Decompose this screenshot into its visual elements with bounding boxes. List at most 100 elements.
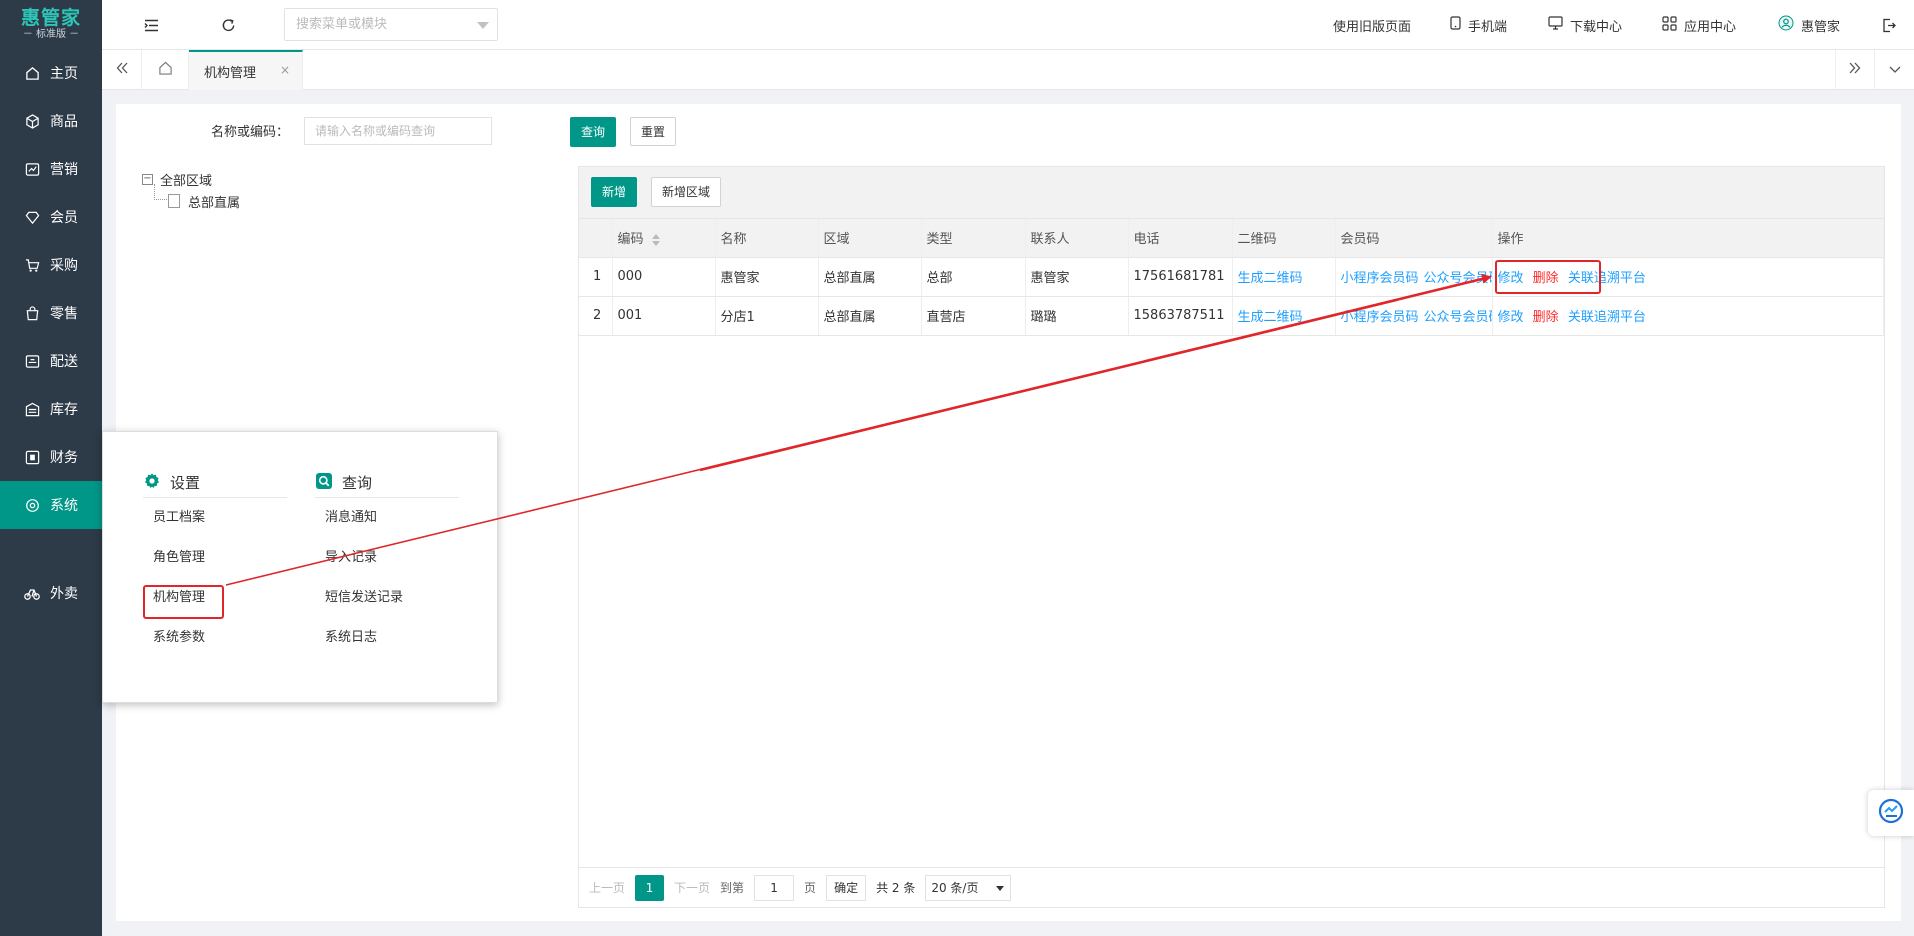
sidebar-item-purchase[interactable]: 采购 xyxy=(0,241,102,289)
settings-group-header: 设置 xyxy=(143,472,287,498)
cell-qrcode: 生成二维码 xyxy=(1232,296,1336,336)
sidebar-item-label: 系统 xyxy=(50,498,78,514)
edit-link[interactable]: 修改 xyxy=(1498,310,1524,325)
col-header-label: 编码 xyxy=(617,232,644,248)
generate-qrcode-link[interactable]: 生成二维码 xyxy=(1238,271,1303,286)
prev-page-button[interactable]: 上一页 xyxy=(589,879,625,896)
mobile-link[interactable]: 手机端 xyxy=(1450,0,1507,50)
user-menu[interactable]: 惠管家 xyxy=(1778,0,1840,50)
finance-icon xyxy=(24,449,40,465)
reset-button[interactable]: 重置 xyxy=(630,117,677,146)
sidebar-item-goods[interactable]: 商品 xyxy=(0,97,102,145)
logo[interactable]: 惠管家 － 标准版 － xyxy=(0,0,102,49)
menu-item-import-log[interactable]: 导入记录 xyxy=(315,538,459,578)
add-button[interactable]: 新增 xyxy=(591,177,638,207)
refresh-icon[interactable] xyxy=(219,16,237,34)
phone-icon xyxy=(1450,16,1461,34)
sidebar-item-label: 主页 xyxy=(50,66,78,82)
close-icon[interactable]: × xyxy=(280,63,290,77)
cart-icon xyxy=(24,257,40,273)
app-center-link[interactable]: 应用中心 xyxy=(1662,0,1736,50)
miniprogram-member-code-link[interactable]: 小程序会员码 xyxy=(1341,310,1419,325)
sidebar-item-label: 采购 xyxy=(50,258,78,274)
cell-index: 1 xyxy=(579,257,613,297)
name-code-search-input[interactable]: 请输入名称或编码查询 xyxy=(304,117,492,145)
sidebar-item-retail[interactable]: 零售 xyxy=(0,289,102,337)
menu-item-system-log[interactable]: 系统日志 xyxy=(315,618,459,658)
tabs-scroll-left-button[interactable] xyxy=(102,50,142,90)
tab-home[interactable] xyxy=(142,50,189,90)
double-chevron-left-icon xyxy=(116,62,128,78)
sidebar-item-member[interactable]: 会员 xyxy=(0,193,102,241)
menu-search-select[interactable]: 搜索菜单或模块 xyxy=(284,8,498,41)
sidebar-item-finance[interactable]: 财务 xyxy=(0,433,102,481)
sidebar-item-label: 库存 xyxy=(50,402,78,418)
collapse-icon[interactable]: − xyxy=(142,173,153,185)
menu-item-sms-log[interactable]: 短信发送记录 xyxy=(315,578,459,618)
page-size-select[interactable]: 20 条/页 xyxy=(925,874,1012,901)
sidebar-item-delivery[interactable]: 配送 xyxy=(0,337,102,385)
tab-org-management[interactable]: 机构管理 × xyxy=(189,50,303,90)
cell-region: 总部直属 xyxy=(818,296,922,336)
tabs-dropdown-button[interactable] xyxy=(1875,50,1914,90)
tree-node-label: 总部直属 xyxy=(188,195,241,211)
official-account-member-code-link[interactable]: 公众号会员码 xyxy=(1424,271,1491,286)
cell-member-code: 小程序会员码公众号会员码 xyxy=(1335,296,1493,336)
cell-region: 总部直属 xyxy=(818,257,922,297)
cell-name: 分店1 xyxy=(715,296,819,336)
chart-icon xyxy=(24,161,40,177)
cell-phone: 17561681781 xyxy=(1128,257,1233,297)
logo-edition: － 标准版 － xyxy=(22,28,80,40)
sidebar-item-system[interactable]: 系统 xyxy=(0,481,102,529)
col-header-qrcode: 二维码 xyxy=(1232,219,1336,258)
tabs-scroll-right-button[interactable] xyxy=(1835,50,1875,90)
sidebar-item-home[interactable]: 主页 xyxy=(0,49,102,97)
highlight-miniprogram-code xyxy=(1495,260,1601,294)
logout-icon[interactable] xyxy=(1880,16,1898,34)
menu-item-staff[interactable]: 员工档案 xyxy=(143,498,287,538)
sidebar-item-takeout[interactable]: 外卖 xyxy=(0,569,102,617)
document-icon xyxy=(168,194,180,208)
col-header-name: 名称 xyxy=(715,219,819,258)
magnifier-icon xyxy=(315,472,333,494)
goto-label: 到第 xyxy=(720,881,745,895)
search-placeholder: 请输入名称或编码查询 xyxy=(315,124,436,138)
col-header-phone: 电话 xyxy=(1128,219,1233,258)
menu-item-messages[interactable]: 消息通知 xyxy=(315,498,459,538)
query-button[interactable]: 查询 xyxy=(570,117,617,147)
cell-name: 惠管家 xyxy=(715,257,819,297)
tab-label: 机构管理 xyxy=(204,65,257,81)
official-account-member-code-link[interactable]: 公众号会员码 xyxy=(1424,310,1491,325)
miniprogram-member-code-link[interactable]: 小程序会员码 xyxy=(1341,271,1419,286)
sidebar-item-label: 营销 xyxy=(50,162,78,178)
bike-icon xyxy=(24,585,40,601)
sidebar-item-marketing[interactable]: 营销 xyxy=(0,145,102,193)
apps-grid-icon xyxy=(1662,15,1677,35)
old-page-link[interactable]: 使用旧版页面 xyxy=(1333,0,1411,50)
cube-icon xyxy=(24,113,40,129)
col-header-code[interactable]: 编码 xyxy=(612,219,716,258)
menu-collapse-icon[interactable] xyxy=(142,16,160,34)
link-trace-platform-link[interactable]: 关联追溯平台 xyxy=(1568,310,1646,325)
delete-link[interactable]: 删除 xyxy=(1533,310,1559,325)
generate-qrcode-link[interactable]: 生成二维码 xyxy=(1238,310,1303,325)
gear-icon xyxy=(143,472,161,494)
query-group-title: 查询 xyxy=(342,474,373,492)
tree-node-hq[interactable]: 总部直属 xyxy=(154,184,241,212)
sidebar-item-inventory[interactable]: 库存 xyxy=(0,385,102,433)
refresh-circle-icon xyxy=(1878,798,1904,828)
add-region-button[interactable]: 新增区域 xyxy=(651,177,722,207)
menu-item-roles[interactable]: 角色管理 xyxy=(143,538,287,578)
sort-icon[interactable] xyxy=(651,233,660,246)
next-page-button[interactable]: 下一页 xyxy=(674,879,710,896)
settings-group-title: 设置 xyxy=(170,474,201,492)
sidebar-item-label: 会员 xyxy=(50,210,78,226)
page-1-button[interactable]: 1 xyxy=(635,874,665,901)
page-confirm-button[interactable]: 确定 xyxy=(826,874,867,901)
system-icon xyxy=(24,497,40,513)
download-center-link[interactable]: 下载中心 xyxy=(1548,0,1622,50)
query-group: 查询 消息通知 导入记录 短信发送记录 系统日志 xyxy=(315,472,459,658)
menu-item-system-params[interactable]: 系统参数 xyxy=(143,618,287,658)
floating-assistant-button[interactable] xyxy=(1868,790,1914,836)
page-number-input[interactable]: 1 xyxy=(754,874,795,901)
